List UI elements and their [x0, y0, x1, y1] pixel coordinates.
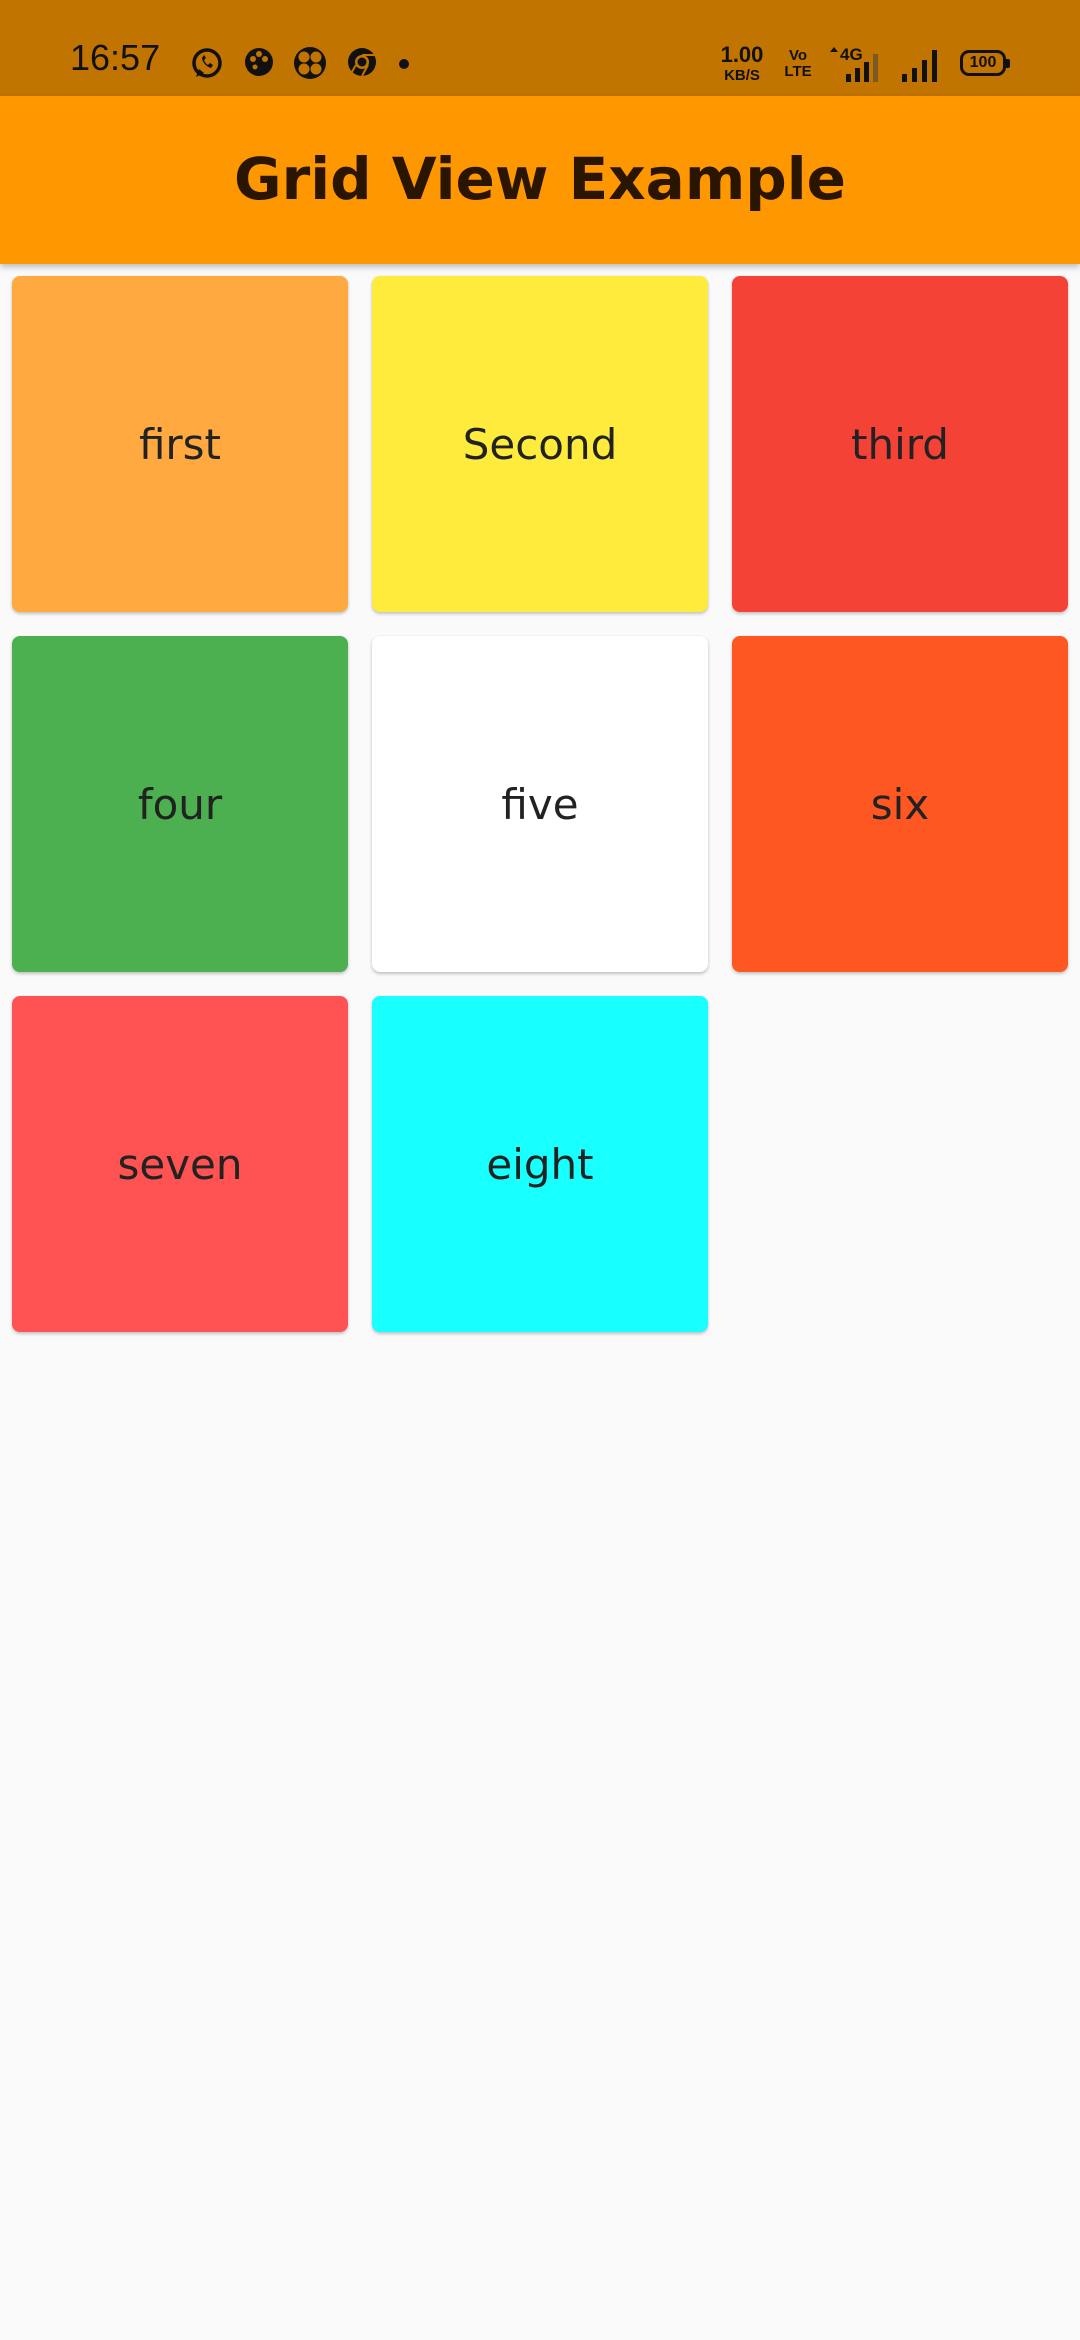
grid-tile-six[interactable]: six — [732, 636, 1068, 972]
volte-indicator: Vo LTE — [778, 48, 818, 80]
grid-tile-label: six — [870, 779, 930, 829]
mobile-data-signal: 4G — [828, 46, 888, 82]
page-title: Grid View Example — [233, 145, 846, 213]
grid-tile-first[interactable]: first — [12, 276, 348, 612]
data-arrows-icon — [830, 47, 838, 52]
volte-bottom-label: LTE — [784, 62, 812, 80]
grid-tile-label: eight — [486, 1139, 594, 1189]
app-bar: Grid View Example — [0, 96, 1080, 264]
grid-tile-seven[interactable]: seven — [12, 996, 348, 1332]
grid-tile-label: five — [501, 779, 579, 829]
network-speed: 1.00 KB/S — [716, 42, 768, 84]
palette-icon — [245, 48, 273, 76]
chrome-icon — [348, 48, 376, 77]
status-bar: 16:57 1.00 KB/S Vo LTE 4G 100 — [0, 0, 1080, 96]
grid-tile-second[interactable]: Second — [372, 276, 708, 612]
grid-tile-label: Second — [462, 419, 618, 469]
signal-icon — [902, 50, 937, 82]
grid-tile-label: seven — [117, 1139, 243, 1189]
signal-bars-icon — [846, 54, 878, 82]
grid-tile-third[interactable]: third — [732, 276, 1068, 612]
whatsapp-icon — [192, 48, 222, 78]
grid-tile-four[interactable]: four — [12, 636, 348, 972]
battery-level: 100 — [969, 54, 997, 71]
network-speed-value: 1.00 — [720, 42, 764, 67]
fan-icon — [294, 47, 326, 79]
grid-tile-label: first — [138, 419, 222, 469]
network-speed-unit: KB/S — [724, 67, 760, 84]
status-time: 16:57 — [70, 37, 161, 78]
volte-top-label: Vo — [788, 47, 808, 64]
grid-tile-label: third — [851, 419, 949, 469]
grid-tile-label: four — [137, 779, 223, 829]
grid-tile-five[interactable]: five — [372, 636, 708, 972]
dot-icon — [399, 59, 409, 69]
grid-tile-eight[interactable]: eight — [372, 996, 708, 1332]
battery-icon: 100 — [960, 50, 1010, 76]
